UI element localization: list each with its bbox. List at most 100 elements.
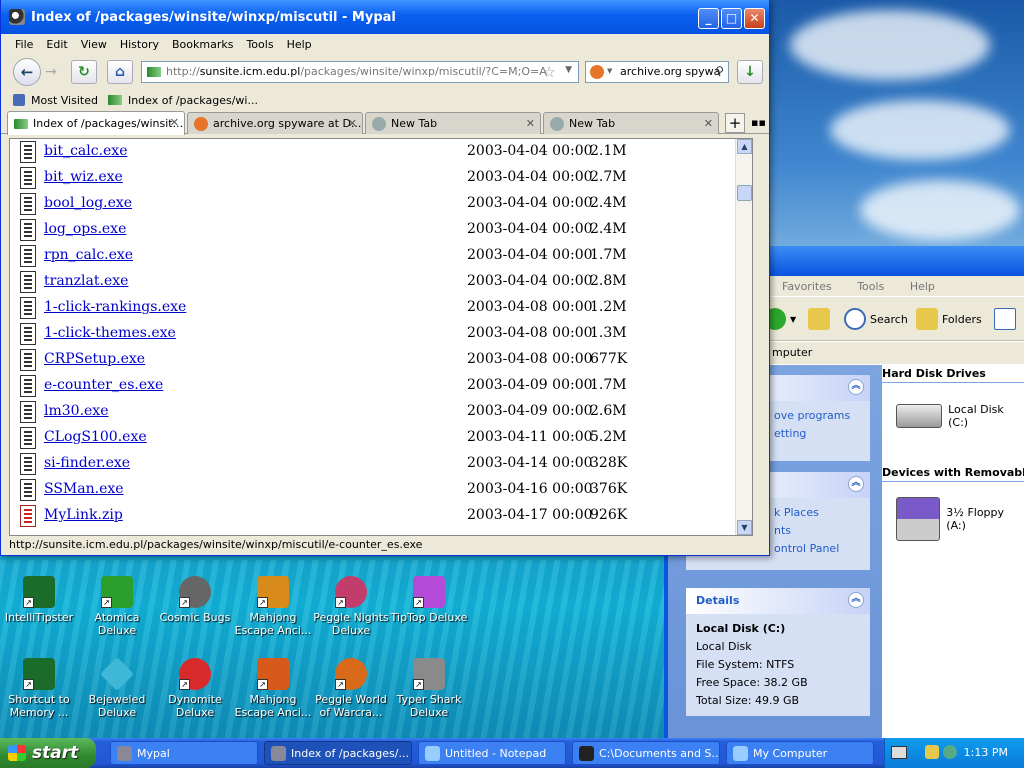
file-link[interactable]: 1-click-rankings.exe — [44, 299, 186, 315]
menu-edit[interactable]: Edit — [46, 38, 67, 51]
start-button[interactable]: start — [0, 738, 96, 768]
views-button[interactable] — [994, 307, 1016, 331]
maximize-button[interactable]: □ — [721, 8, 742, 29]
search-magnifier-icon[interactable]: ⚲ — [715, 64, 724, 78]
menu-view[interactable]: View — [81, 38, 107, 51]
menu-bookmarks[interactable]: Bookmarks — [172, 38, 233, 51]
file-link[interactable]: SSMan.exe — [44, 481, 124, 497]
download-button[interactable]: ↓ — [737, 60, 763, 84]
search-engine-dropdown-icon[interactable]: ▼ — [607, 67, 612, 75]
reload-button[interactable]: ↻ — [71, 60, 97, 84]
vertical-scrollbar[interactable]: ▲ ▼ — [735, 139, 752, 535]
place-control-panel[interactable]: ontrol Panel — [774, 540, 860, 558]
file-link[interactable]: CLogS100.exe — [44, 429, 147, 445]
collapse-icon[interactable]: ︽ — [848, 476, 864, 492]
file-link[interactable]: bit_wiz.exe — [44, 169, 123, 185]
scroll-down-icon[interactable]: ▼ — [737, 520, 752, 535]
file-link[interactable]: MyLink.zip — [44, 507, 123, 523]
file-link[interactable]: CRPSetup.exe — [44, 351, 145, 367]
menu-file[interactable]: File — [15, 38, 33, 51]
up-folder-button[interactable] — [808, 307, 830, 331]
tab-new-tab-1[interactable]: New Tab ✕ — [365, 112, 541, 134]
new-tab-button[interactable]: + — [725, 113, 745, 133]
forward-button[interactable]: → — [45, 64, 57, 80]
task-7zip[interactable]: C:\Documents and S... — [572, 741, 720, 765]
tab-new-tab-2[interactable]: New Tab ✕ — [543, 112, 719, 134]
desktop-icon-peggle-nights[interactable]: ↗ Peggle Nights Deluxe — [312, 576, 390, 637]
tab-archive-org[interactable]: archive.org spyware at D... ✕ — [187, 112, 363, 134]
collapse-icon[interactable]: ︽ — [848, 592, 864, 608]
site-favicon-icon — [14, 118, 28, 129]
tab-index-packages[interactable]: Index of /packages/winsit... ✕ — [7, 111, 185, 135]
desktop-icon-typer-shark[interactable]: ↗ Typer Shark Deluxe — [390, 658, 468, 719]
task-change-setting[interactable]: etting — [774, 425, 860, 443]
close-tab-icon[interactable]: ✕ — [704, 117, 713, 130]
search-button[interactable]: Search — [844, 307, 908, 331]
close-tab-icon[interactable]: ✕ — [526, 117, 535, 130]
place-network[interactable]: k Places — [774, 504, 860, 522]
desktop-icon-mahjong-1[interactable]: ↗ Mahjong Escape Anci... — [234, 576, 312, 637]
task-notepad[interactable]: Untitled - Notepad — [418, 741, 566, 765]
file-link[interactable]: bool_log.exe — [44, 195, 132, 211]
drive-a[interactable]: 3½ Floppy (A:) — [896, 497, 1024, 541]
url-dropdown-icon[interactable]: ▼ — [565, 65, 572, 75]
desktop-icon-atomica[interactable]: ↗ Atomica Deluxe — [78, 576, 156, 637]
folders-button[interactable]: Folders — [916, 307, 982, 331]
file-link[interactable]: lm30.exe — [44, 403, 108, 419]
bookmark-most-visited[interactable]: Most Visited — [31, 94, 98, 107]
url-bar[interactable]: http://sunsite.icm.edu.pl/packages/winsi… — [141, 61, 579, 83]
browser-titlebar[interactable]: Index of /packages/winsite/winxp/miscuti… — [1, 0, 769, 34]
file-link[interactable]: si-finder.exe — [44, 455, 130, 471]
search-bar[interactable]: ▼ archive.org spywa ⚲ — [585, 61, 729, 83]
task-my-computer[interactable]: My Computer — [726, 741, 874, 765]
file-link[interactable]: log_ops.exe — [44, 221, 126, 237]
bookmark-index-packages[interactable]: Index of /packages/wi... — [128, 94, 258, 107]
file-link[interactable]: e-counter_es.exe — [44, 377, 163, 393]
scroll-thumb[interactable] — [737, 185, 752, 201]
desktop-icon-dynomite[interactable]: ↗ Dynomite Deluxe — [156, 658, 234, 719]
file-link[interactable]: 1-click-themes.exe — [44, 325, 176, 341]
close-tab-icon[interactable]: ✕ — [348, 117, 357, 130]
place-documents[interactable]: nts — [774, 522, 860, 540]
menu-favorites[interactable]: Favorites — [782, 280, 832, 293]
browser-window[interactable]: Index of /packages/winsite/winxp/miscuti… — [0, 0, 770, 556]
close-tab-icon[interactable]: ✕ — [170, 116, 179, 129]
collapse-icon[interactable]: ︽ — [848, 379, 864, 395]
tray-app-icon[interactable] — [925, 745, 939, 759]
menu-history[interactable]: History — [120, 38, 159, 51]
desktop-icon-tiptop[interactable]: ↗ TipTop Deluxe — [390, 576, 468, 624]
task-index-packages[interactable]: Index of /packages/... — [264, 741, 412, 765]
task-add-remove-programs[interactable]: ove programs — [774, 407, 860, 425]
menu-tools[interactable]: Tools — [246, 38, 273, 51]
file-link[interactable]: rpn_calc.exe — [44, 247, 133, 263]
details-title: Details — [696, 594, 740, 607]
file-link[interactable]: tranzlat.exe — [44, 273, 128, 289]
menu-help[interactable]: Help — [910, 280, 935, 293]
menu-tools[interactable]: Tools — [857, 280, 884, 293]
bookmark-star-icon[interactable]: ☆ — [543, 63, 556, 81]
close-button[interactable]: ✕ — [744, 8, 765, 29]
keyboard-icon[interactable] — [891, 746, 907, 759]
desktop-icon-memory-shortcut[interactable]: ↗ Shortcut to Memory ... — [0, 658, 78, 719]
list-all-tabs-button[interactable]: ▪▪ — [751, 116, 766, 129]
task-mypal[interactable]: Mypal — [110, 741, 258, 765]
floppy-drive-icon — [896, 497, 941, 541]
tray-network-icon[interactable] — [943, 745, 957, 759]
home-button[interactable]: ⌂ — [107, 60, 133, 84]
desktop-icon-mahjong-2[interactable]: ↗ Mahjong Escape Anci... — [234, 658, 312, 719]
desktop-icon-bejeweled[interactable]: Bejeweled Deluxe — [78, 657, 156, 719]
download-arrow-icon: ↓ — [744, 64, 756, 80]
desktop-icon-peggle-wow[interactable]: ↗ Peggle World of Warcra... — [312, 658, 390, 719]
drive-c[interactable]: Local Disk (C:) — [896, 403, 1024, 429]
desktop-icon-cosmic-bugs[interactable]: ↗ Cosmic Bugs — [156, 576, 234, 624]
minimize-button[interactable]: _ — [698, 8, 719, 29]
desktop-icon-intellitipster[interactable]: ↗ IntelliTipster — [0, 576, 78, 624]
binary-file-icon — [20, 453, 36, 475]
clock[interactable]: 1:13 PM — [964, 746, 1008, 759]
search-engine-icon[interactable] — [590, 65, 604, 79]
back-button[interactable]: ← — [13, 58, 41, 86]
panel-header[interactable]: Details ︽ — [686, 588, 870, 614]
file-link[interactable]: bit_calc.exe — [44, 143, 128, 159]
menu-help[interactable]: Help — [287, 38, 312, 51]
scroll-up-icon[interactable]: ▲ — [737, 139, 752, 154]
